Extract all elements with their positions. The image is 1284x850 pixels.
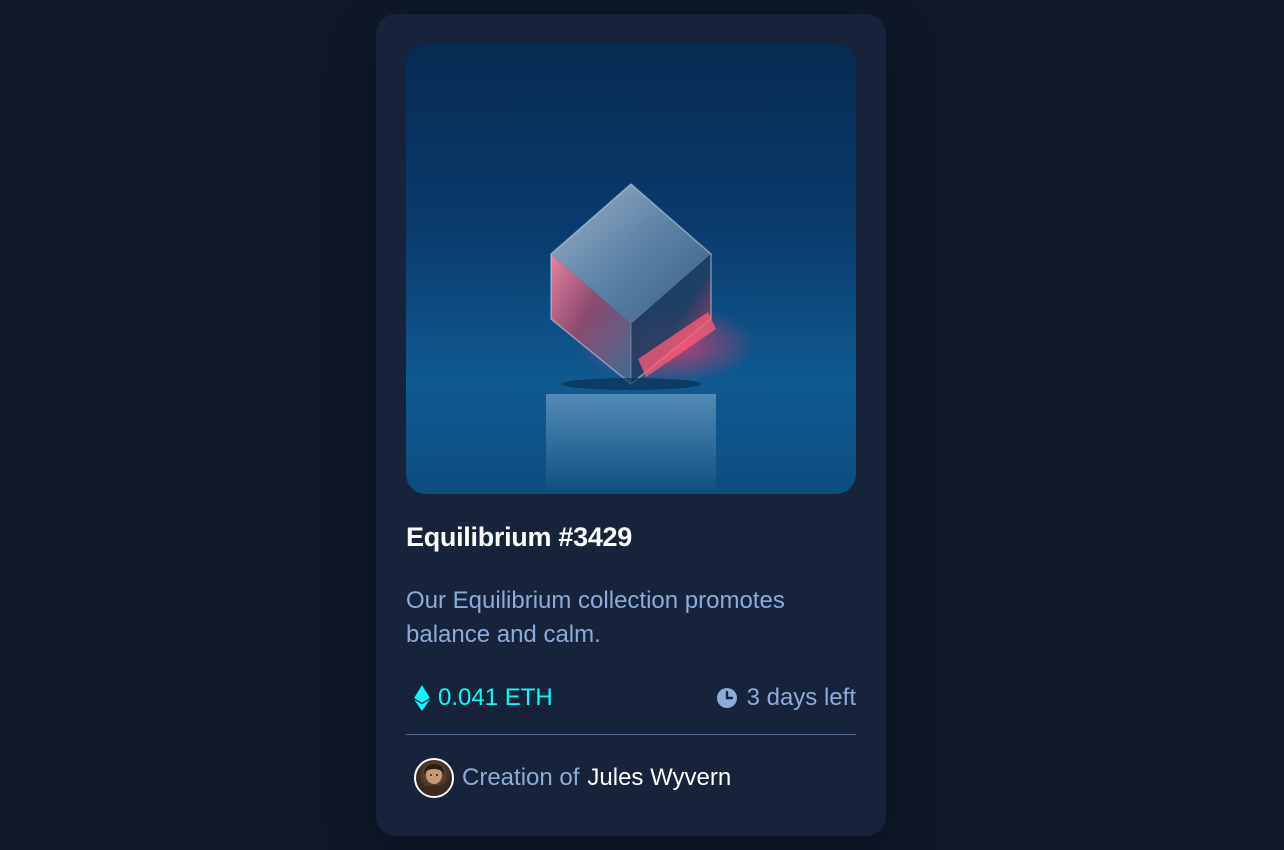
creator-prefix: Creation of — [462, 764, 580, 791]
avatar — [414, 758, 454, 798]
time-left: 3 days left — [746, 684, 856, 711]
equilibrium-image[interactable] — [406, 44, 856, 494]
card-title[interactable]: Equilibrium #3429 — [406, 522, 632, 553]
nft-card: Equilibrium #3429 Our Equilibrium collec… — [376, 14, 886, 836]
divider — [406, 734, 856, 735]
ethereum-icon — [414, 685, 430, 711]
creator-row: Creation of Jules Wyvern — [414, 758, 731, 798]
cube-artwork — [546, 183, 756, 494]
creator-name-link[interactable]: Jules Wyvern — [587, 764, 731, 792]
card-description: Our Equilibrium collection promotes bala… — [406, 587, 785, 648]
avatar-portrait — [422, 764, 446, 796]
time-group: 3 days left — [716, 684, 856, 712]
card-stats: 0.041 ETH 3 days left — [406, 684, 856, 714]
price-value: 0.041 ETH — [438, 684, 553, 711]
clock-icon — [716, 688, 737, 708]
price-group: 0.041 ETH — [414, 684, 553, 712]
